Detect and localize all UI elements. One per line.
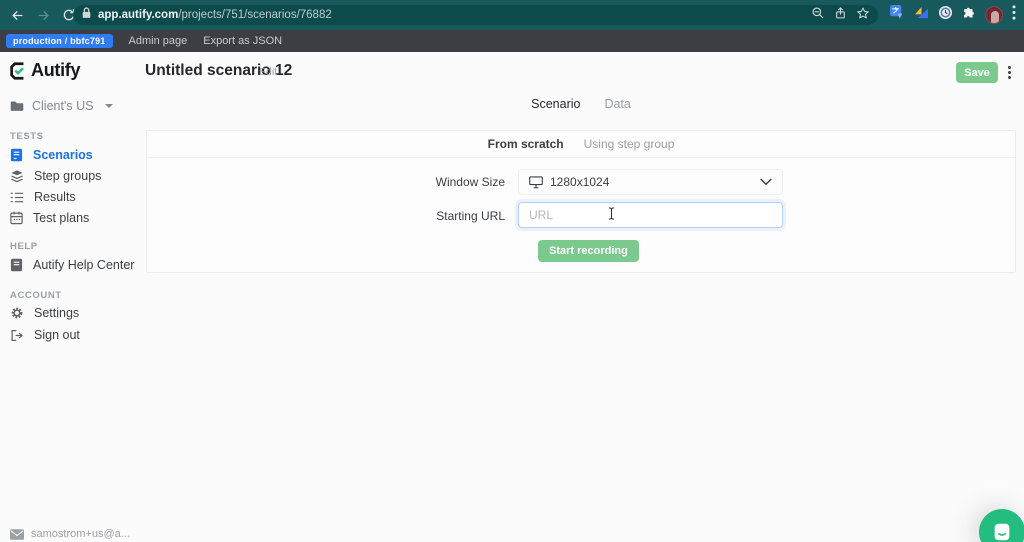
sidebar-item-sign-out[interactable]: Sign out: [10, 328, 80, 342]
sidebar-item-settings[interactable]: Settings: [10, 306, 79, 320]
sign-out-icon: [10, 329, 24, 342]
sidebar-item-step-groups[interactable]: Step groups: [10, 169, 101, 183]
forward-icon[interactable]: [30, 2, 56, 28]
workspace-label: Client's US: [32, 99, 93, 113]
starting-url-input[interactable]: [518, 202, 783, 228]
extension-icon[interactable]: [914, 6, 929, 24]
chat-launcher[interactable]: [979, 509, 1024, 542]
tab-scenario[interactable]: Scenario: [531, 97, 580, 111]
window-size-select[interactable]: 1280x1024: [518, 169, 783, 195]
sidebar-item-results[interactable]: Results: [10, 190, 76, 204]
sidebar-section-help: HELP: [10, 241, 38, 252]
edit-title-link[interactable]: Edit: [259, 66, 277, 78]
help-book-icon: [10, 258, 23, 272]
window-size-label: Window Size: [372, 175, 505, 189]
sidebar-item-test-plans[interactable]: Test plans: [10, 211, 89, 225]
environment-badge: production / bbfc791: [6, 34, 113, 48]
address-bar[interactable]: app.autify.com/projects/751/scenarios/76…: [73, 5, 878, 25]
messenger-icon: [991, 521, 1013, 542]
browser-chrome: app.autify.com/projects/751/scenarios/76…: [0, 0, 1024, 30]
admin-toolbar: production / bbfc791 Admin page Export a…: [0, 30, 1024, 52]
workspace-selector[interactable]: Client's US: [10, 99, 113, 113]
sidebar-section-tests: TESTS: [10, 131, 44, 142]
envelope-icon: [10, 529, 24, 540]
user-email: samostrom+us@a...: [10, 528, 130, 540]
page-tabs: Scenario Data: [146, 97, 1016, 111]
autify-logo-text: Autify: [31, 60, 80, 81]
bookmark-star-icon[interactable]: [856, 6, 870, 25]
extensions-puzzle-icon[interactable]: [962, 6, 976, 25]
admin-page-link[interactable]: Admin page: [129, 35, 188, 47]
tab-using-step-group[interactable]: Using step group: [584, 137, 675, 151]
folder-icon: [10, 100, 24, 112]
lock-icon: [81, 6, 92, 24]
more-options-icon[interactable]: [1002, 62, 1016, 83]
url-text: app.autify.com/projects/751/scenarios/76…: [98, 9, 332, 21]
chevron-down-icon: [760, 173, 772, 191]
caret-down-icon: [105, 104, 113, 108]
calendar-icon: [10, 211, 23, 225]
starting-url-label: Starting URL: [372, 209, 505, 223]
autify-logo-mark: [8, 61, 28, 81]
autify-logo[interactable]: Autify: [8, 60, 80, 81]
zoom-out-icon[interactable]: [811, 6, 825, 25]
start-recording-button[interactable]: Start recording: [538, 240, 639, 262]
scenarios-icon: [10, 148, 23, 162]
sidebar-section-account: ACCOUNT: [10, 290, 62, 301]
sidebar-item-help-center[interactable]: Autify Help Center: [10, 258, 134, 272]
sidebar-item-scenarios[interactable]: Scenarios: [10, 148, 93, 162]
export-json-link[interactable]: Export as JSON: [203, 35, 282, 47]
mode-tabs: From scratch Using step group: [147, 131, 1015, 158]
window-size-value: 1280x1024: [550, 175, 609, 189]
chrome-menu-icon[interactable]: [1012, 5, 1016, 25]
screen: app.autify.com/projects/751/scenarios/76…: [0, 0, 1024, 542]
layers-icon: [10, 169, 24, 183]
share-icon[interactable]: [834, 6, 847, 25]
browser-profile-avatar[interactable]: [985, 6, 1003, 24]
back-icon[interactable]: [4, 2, 30, 28]
monitor-icon: [529, 176, 543, 189]
tab-data[interactable]: Data: [604, 97, 630, 111]
gear-icon: [10, 306, 24, 320]
save-button[interactable]: Save: [956, 62, 998, 83]
clock-extension-icon[interactable]: [938, 5, 953, 25]
results-list-icon: [10, 191, 24, 204]
translate-extension-icon[interactable]: [890, 5, 905, 25]
tab-from-scratch[interactable]: From scratch: [488, 137, 564, 151]
